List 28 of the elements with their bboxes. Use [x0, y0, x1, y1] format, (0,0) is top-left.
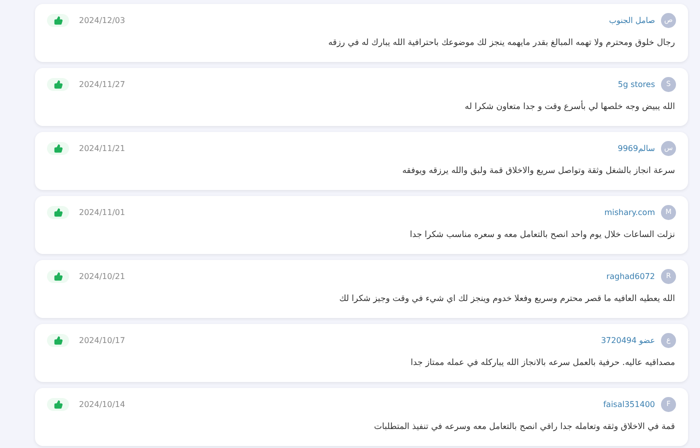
user-name[interactable]: mishary.com — [604, 206, 655, 218]
review-date: 2024/11/01 — [79, 206, 126, 218]
user-name[interactable]: عضو 3720494 — [600, 334, 655, 346]
review-date: 2024/12/03 — [79, 14, 126, 26]
review-date: 2024/10/14 — [79, 398, 126, 410]
thumbs-up-icon — [47, 334, 69, 347]
review-date: 2024/10/21 — [79, 270, 126, 282]
user-name[interactable]: faisal351400 — [603, 398, 655, 410]
review-comment: نزلت الساعات خلال يوم واحد انصح بالتعامل معه و سعره مناسب شكرا جدا — [408, 229, 676, 242]
user-name[interactable]: صامل الجنوب — [608, 14, 655, 26]
review-comment: قمة في الاخلاق وثقه وتعامله جدا راقي انصح بالتعامل معه وسرعه في تنفيذ المتطلبات — [373, 421, 676, 434]
review-date: 2024/11/21 — [79, 142, 126, 154]
review-date: 2024/10/17 — [79, 334, 126, 346]
review-date: 2024/11/27 — [79, 78, 126, 90]
thumbs-up-icon — [47, 206, 69, 219]
review-comment: مصداقيه عاليه. حرفية بالعمل سرعه بالانجاز الله يباركله في عمله ممتاز جدا — [410, 357, 676, 370]
thumbs-up-icon — [47, 14, 69, 27]
review-comment: الله يبيض وجه خلصها لي بأسرع وقت و جدا متعاون شكرا له — [464, 101, 676, 114]
user-name[interactable]: 5g stores — [618, 78, 655, 90]
thumbs-up-icon — [47, 270, 69, 283]
thumbs-up-icon — [47, 78, 69, 91]
review-comment: رجال خلوق ومحترم ولا تهمه المبالغ بقدر مايهمه ينجز لك موضوعك باحترافية الله يبارك له في رزقه — [327, 37, 676, 50]
user-name[interactable]: raghad6072 — [606, 270, 655, 282]
review-comment: سرعة انجاز بالشغل وثقة وتواصل سريع والاخلاق قمة ولبق والله يرزقه ويوفقه — [401, 165, 676, 178]
user-name[interactable]: سالم9969 — [618, 142, 655, 154]
review-comment: الله يعطيه العافيه ما قصر محترم وسريع وفعلا خدوم وينجز لك اي شيء في وقت وجيز شكرا لك — [338, 293, 676, 306]
thumbs-up-icon — [47, 398, 69, 411]
thumbs-up-icon — [47, 142, 69, 155]
